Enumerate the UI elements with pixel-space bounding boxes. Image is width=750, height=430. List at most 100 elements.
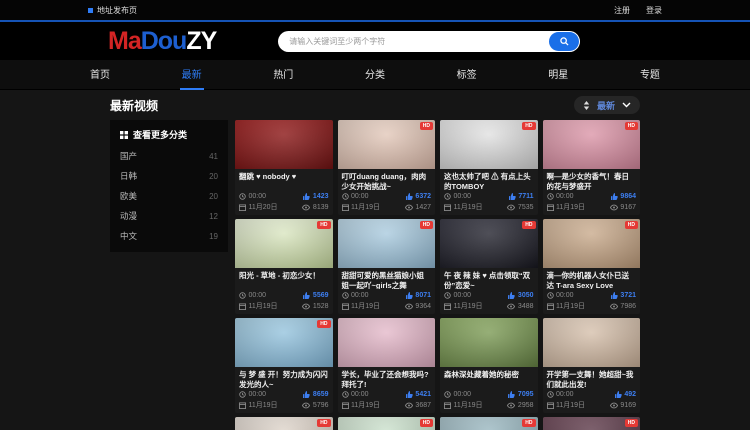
logo-part-red: Ma (108, 27, 141, 55)
video-card[interactable]: HD 与 梦 盛 开！努力成为闪闪发光的人~ 00:00 8659 11月19日 (235, 318, 333, 413)
video-card[interactable]: 开学第一支舞！她超甜~我们就此出发! 00:00 492 11月19日 (543, 318, 641, 413)
video-stats: 00:00 8071 11月19日 9364 (338, 289, 436, 314)
category-item[interactable]: 欧美 20 (120, 186, 218, 206)
like-count[interactable]: 8659 (303, 391, 328, 398)
nav-tab[interactable]: 明星 (546, 60, 570, 90)
video-title[interactable]: 森林深处藏着她的秘密 (440, 367, 538, 388)
video-thumbnail[interactable] (338, 318, 436, 367)
like-count[interactable]: 3721 (611, 292, 636, 299)
video-card[interactable]: HD 叮叮duang duang，肉肉少女开始挑战~ 00:00 6372 11… (338, 120, 436, 215)
video-card[interactable]: HD 午 夜 辣 妹 ♥ 点击领取“双份”恋爱~ 00:00 3050 11月1… (440, 219, 538, 314)
calendar-icon (547, 402, 554, 409)
view-count: 2958 (507, 402, 533, 409)
video-thumbnail[interactable]: HD (440, 219, 538, 268)
video-card[interactable]: HD (338, 417, 436, 430)
video-thumbnail[interactable] (235, 120, 333, 169)
video-thumbnail[interactable]: HD (235, 219, 333, 268)
thumbs-up-icon (406, 292, 413, 299)
video-card[interactable]: HD 滴—你的机器人女仆已送达 T-ara Sexy Love 00:00 37… (543, 219, 641, 314)
nav-tab[interactable]: 标签 (455, 60, 479, 90)
video-title[interactable]: 啊—是少女的香气！春日的花与梦盛开 (543, 169, 641, 190)
video-title[interactable]: 开学第一支舞！她超甜~我们就此出发! (543, 367, 641, 388)
video-card[interactable]: 翻跳 ♥ nobody ♥ 00:00 1423 11月20日 (235, 120, 333, 215)
like-count[interactable]: 7095 (508, 391, 533, 398)
video-thumbnail[interactable]: HD (235, 417, 333, 430)
like-count[interactable]: 6372 (406, 193, 431, 200)
like-count[interactable]: 5569 (303, 292, 328, 299)
like-count[interactable]: 9864 (611, 193, 636, 200)
like-count[interactable]: 8071 (406, 292, 431, 299)
calendar-icon (342, 303, 349, 310)
eye-icon (507, 402, 515, 409)
video-thumbnail[interactable]: HD (440, 417, 538, 430)
video-stats: 00:00 9864 11月19日 9167 (543, 190, 641, 215)
video-thumbnail[interactable]: HD (235, 318, 333, 367)
video-thumbnail[interactable]: HD (543, 219, 641, 268)
video-thumbnail[interactable]: HD (543, 417, 641, 430)
hd-badge: HD (625, 122, 638, 130)
video-title[interactable]: 叮叮duang duang，肉肉少女开始挑战~ (338, 169, 436, 190)
video-title[interactable]: 滴—你的机器人女仆已送达 T-ara Sexy Love (543, 268, 641, 289)
register-link[interactable]: 注册 (614, 5, 630, 16)
site-logo[interactable]: MaDouZY (108, 27, 216, 56)
video-title[interactable]: 阳光 - 草地 - 初恋少女！ (235, 268, 333, 289)
video-card[interactable]: HD 这也太帅了吧 ⚠ 有点上头的TOMBOY 00:00 7711 11月19… (440, 120, 538, 215)
like-count[interactable]: 492 (615, 391, 636, 398)
video-card[interactable]: HD 甜甜可爱的黑丝猫娘小姐姐一起吖~girls之舞 00:00 8071 11… (338, 219, 436, 314)
video-thumbnail[interactable]: HD (338, 219, 436, 268)
nav-tab[interactable]: 首页 (88, 60, 112, 90)
thumbs-up-icon (406, 391, 413, 398)
search-input[interactable] (278, 31, 580, 52)
sort-dropdown[interactable]: 最新 (574, 96, 640, 114)
video-duration: 00:00 (444, 193, 471, 200)
clock-icon (444, 292, 451, 299)
video-title[interactable]: 与 梦 盛 开！努力成为闪闪发光的人~ (235, 367, 333, 388)
nav-tab[interactable]: 分类 (363, 60, 387, 90)
video-title[interactable]: 甜甜可爱的黑丝猫娘小姐姐一起吖~girls之舞 (338, 268, 436, 289)
like-count[interactable]: 1423 (303, 193, 328, 200)
video-thumbnail[interactable]: HD (338, 120, 436, 169)
login-link[interactable]: 登录 (646, 5, 662, 16)
category-item[interactable]: 动漫 12 (120, 206, 218, 226)
video-stats: 00:00 7095 11月19日 2958 (440, 388, 538, 413)
video-card[interactable]: 森林深处藏着她的秘密 00:00 7095 11月19日 (440, 318, 538, 413)
nav-tab[interactable]: 热门 (271, 60, 295, 90)
video-card[interactable]: HD (543, 417, 641, 430)
video-thumbnail[interactable]: HD (440, 120, 538, 169)
upload-date: 11月19日 (444, 301, 483, 311)
video-card[interactable]: HD 啊—是少女的香气！春日的花与梦盛开 00:00 9864 11月19日 (543, 120, 641, 215)
like-count[interactable]: 7711 (509, 193, 534, 200)
video-title[interactable]: 翻跳 ♥ nobody ♥ (235, 169, 333, 190)
video-thumbnail[interactable] (543, 318, 641, 367)
category-item[interactable]: 中文 19 (120, 226, 218, 246)
nav-tab[interactable]: 最新 (180, 60, 204, 90)
like-count[interactable]: 5421 (406, 391, 431, 398)
hd-badge: HD (625, 221, 638, 229)
video-card[interactable]: HD (440, 417, 538, 430)
like-count[interactable]: 3050 (508, 292, 533, 299)
view-count: 9364 (405, 303, 431, 310)
search-button[interactable] (549, 32, 579, 51)
video-title[interactable]: 午 夜 辣 妹 ♥ 点击领取“双份”恋爱~ (440, 268, 538, 289)
eye-icon (405, 402, 413, 409)
video-thumbnail[interactable]: HD (543, 120, 641, 169)
video-thumbnail[interactable]: HD (338, 417, 436, 430)
address-publish-link[interactable]: 地址发布页 (88, 5, 137, 16)
sort-arrows-icon (583, 101, 590, 110)
video-stats: 00:00 5421 11月19日 3687 (338, 388, 436, 413)
video-card[interactable]: HD (235, 417, 333, 430)
section-title: 最新视频 (110, 97, 158, 114)
video-title[interactable]: 学长，毕业了还会想我吗? 拜托了! (338, 367, 436, 388)
video-thumbnail[interactable] (440, 318, 538, 367)
video-duration: 00:00 (444, 292, 471, 299)
category-count: 12 (209, 212, 218, 221)
nav-tab[interactable]: 专题 (638, 60, 662, 90)
video-card[interactable]: 学长，毕业了还会想我吗? 拜托了! 00:00 5421 11月19日 (338, 318, 436, 413)
view-count: 3687 (405, 402, 431, 409)
category-item[interactable]: 日韩 20 (120, 166, 218, 186)
thumbs-up-icon (508, 292, 515, 299)
video-title[interactable]: 这也太帅了吧 ⚠ 有点上头的TOMBOY (440, 169, 538, 190)
video-duration: 00:00 (547, 391, 574, 398)
video-card[interactable]: HD 阳光 - 草地 - 初恋少女！ 00:00 5569 11月19日 (235, 219, 333, 314)
category-item[interactable]: 国产 41 (120, 146, 218, 166)
